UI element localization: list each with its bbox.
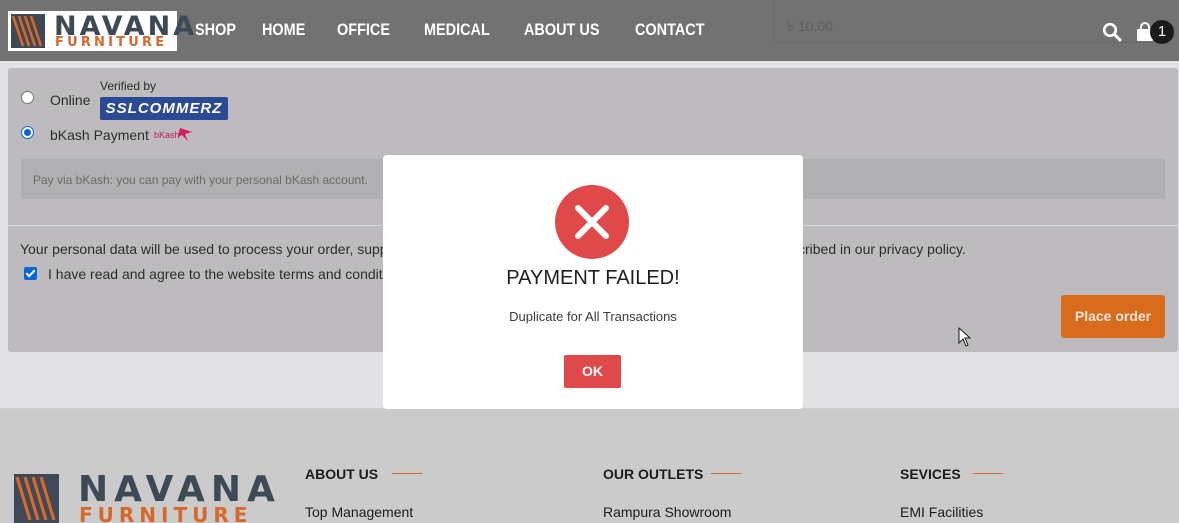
footer-heading-outlets-underline — [711, 473, 741, 474]
footer-heading-about-underline — [392, 473, 422, 474]
footer-heading-about: ABOUT US — [305, 466, 379, 482]
bkash-description-text: Pay via bKash: you can pay with your per… — [33, 173, 368, 187]
footer-link-top-management[interactable]: Top Management — [305, 504, 413, 520]
terms-label[interactable]: I have read and agree to the website ter… — [48, 266, 383, 282]
payment-failed-dialog: PAYMENT FAILED! Duplicate for All Transa… — [383, 155, 803, 409]
terms-checkbox[interactable] — [24, 267, 37, 280]
privacy-text-tail: cribed in our privacy policy. — [798, 241, 966, 257]
online-radio[interactable] — [21, 91, 34, 104]
bkash-label[interactable]: bKash Payment — [50, 127, 149, 143]
cart-total-amount: ৳ 10.00 — [787, 18, 833, 34]
dialog-message: Duplicate for All Transactions — [509, 309, 677, 324]
bkash-radio[interactable] — [21, 126, 34, 139]
logo-mark-icon — [11, 14, 45, 48]
sslcommerz-logo: SSLCOMMERZ — [100, 97, 228, 120]
nav-home[interactable]: HOME — [262, 20, 305, 40]
footer-logo-sub: FURNITURE — [79, 503, 253, 523]
ok-button[interactable]: OK — [564, 355, 621, 388]
footer-link-rampura-showroom[interactable]: Rampura Showroom — [603, 504, 731, 520]
footer-logo-mark-icon — [14, 474, 59, 523]
cart-total-box: ৳ 10.00 — [773, 0, 1153, 43]
nav-contact[interactable]: CONTACT — [635, 20, 705, 40]
error-x-icon — [555, 185, 629, 259]
search-icon[interactable] — [1102, 22, 1122, 42]
main-nav: SHOP HOME OFFICE MEDICAL ABOUT US CONTAC… — [195, 20, 717, 40]
footer-link-emi-facilities[interactable]: EMI Facilities — [900, 504, 983, 520]
verified-by-label: Verified by — [100, 79, 157, 93]
privacy-text: Your personal data will be used to proce… — [20, 241, 401, 257]
nav-office[interactable]: OFFICE — [337, 20, 390, 40]
logo-sub: FURNITURE — [55, 35, 168, 50]
nav-medical[interactable]: MEDICAL — [424, 20, 490, 40]
nav-shop[interactable]: SHOP — [195, 20, 236, 40]
nav-about-us[interactable]: ABOUT US — [524, 20, 599, 40]
bkash-logo-icon: bKash — [154, 128, 192, 141]
site-logo[interactable]: NAVANA FURNITURE — [8, 11, 194, 51]
mouse-cursor-icon — [958, 327, 972, 347]
cart-count-badge[interactable]: 1 — [1150, 20, 1174, 44]
svg-text:bKash: bKash — [154, 130, 180, 140]
place-order-button[interactable]: Place order — [1061, 295, 1165, 338]
dialog-title: PAYMENT FAILED! — [506, 267, 680, 289]
online-label[interactable]: Online — [50, 92, 90, 108]
site-header: NAVANA FURNITURE SHOP HOME OFFICE MEDICA… — [0, 0, 1179, 61]
footer-heading-services-underline — [973, 473, 1003, 474]
footer-heading-services: SEVICES — [900, 466, 961, 482]
footer-heading-outlets: OUR OUTLETS — [603, 466, 704, 482]
site-footer: NAVANA FURNITURE ABOUT US Top Management… — [0, 409, 1179, 523]
